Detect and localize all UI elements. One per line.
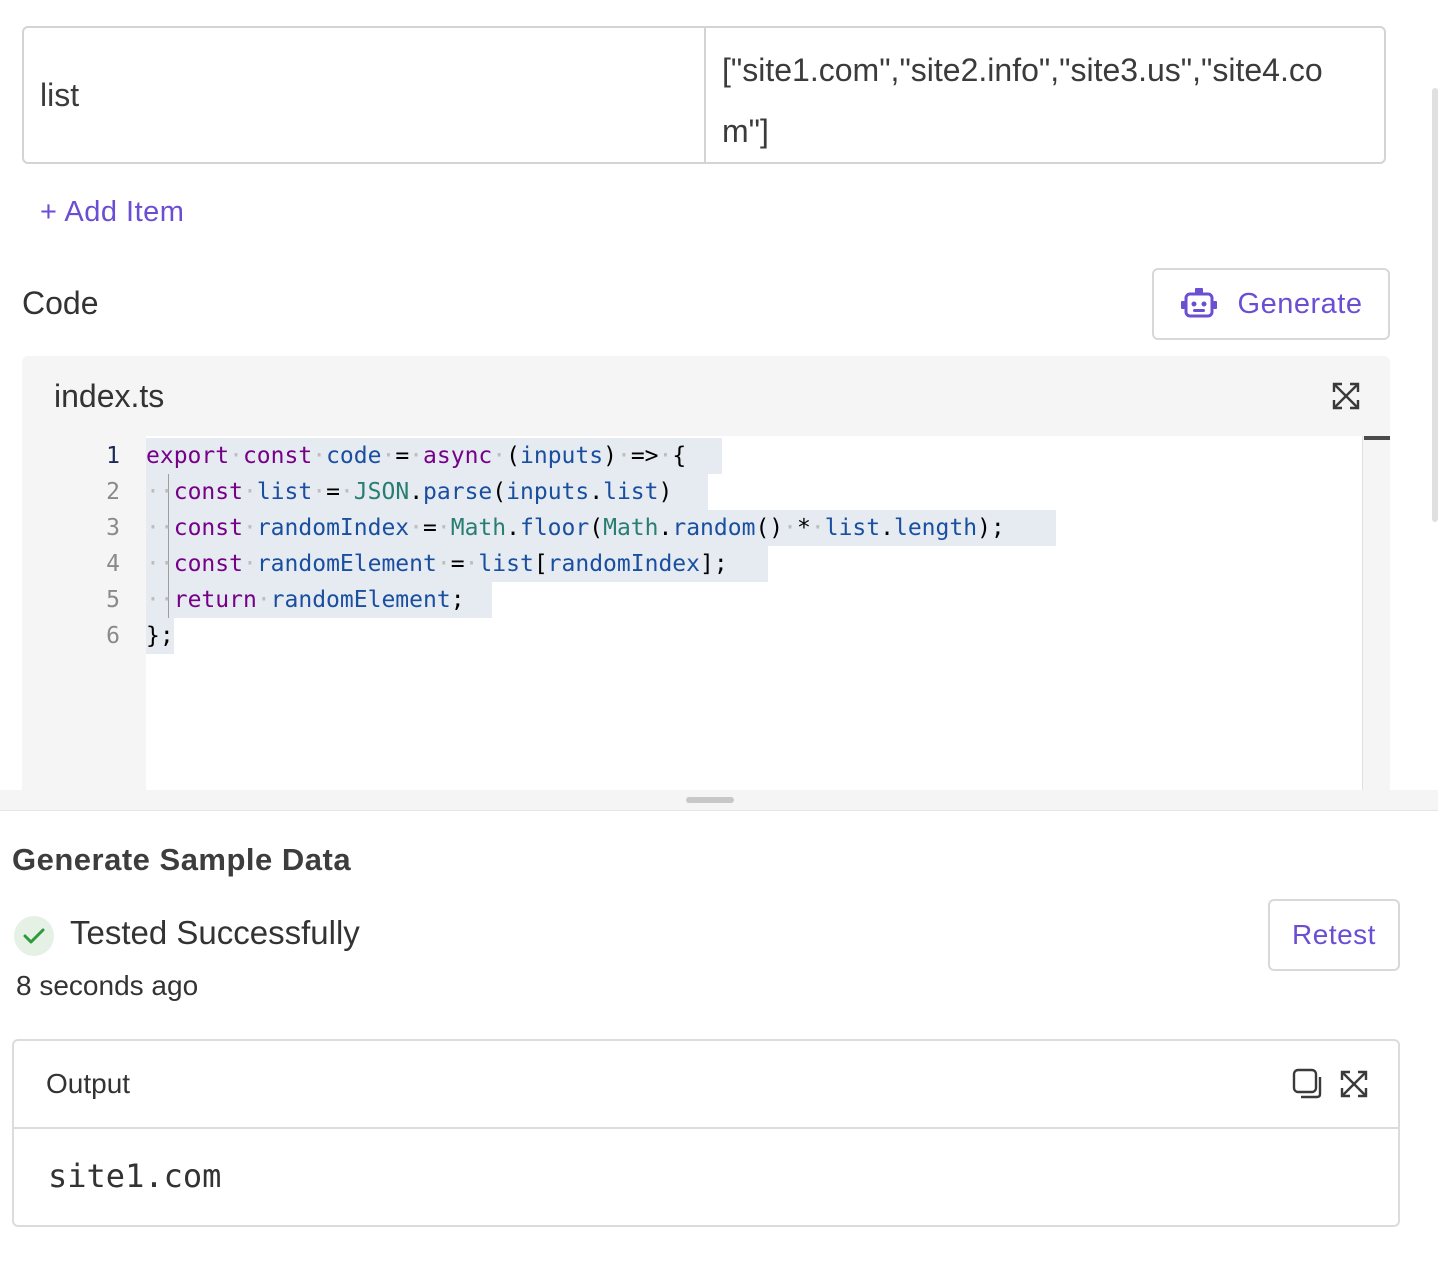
input-value-field[interactable]: ["site1.com","site2.info","site3.us","si… — [706, 28, 1384, 162]
editor-body[interactable]: 1 2 3 4 5 6 export·const·code·=·async·(i… — [22, 436, 1390, 790]
success-check-icon — [14, 916, 54, 956]
code-line: ··const·randomIndex·=·Math.floor(Math.ra… — [146, 515, 1005, 541]
code-line: ··const·list·=·JSON.parse(inputs.list) — [146, 479, 673, 505]
expand-output-icon[interactable] — [1340, 1070, 1368, 1098]
line-number: 3 — [106, 515, 120, 541]
output-value: site1.com — [48, 1157, 222, 1195]
input-key-text: list — [40, 76, 80, 113]
output-title: Output — [46, 1068, 131, 1099]
retest-button[interactable]: Retest — [1268, 899, 1400, 971]
test-status-text: Tested Successfully — [70, 914, 360, 951]
code-editor: index.ts 1 2 3 4 5 6 export·const·code·=… — [22, 356, 1390, 790]
add-item-button[interactable]: + Add Item — [40, 196, 184, 229]
generate-button-label: Generate — [1237, 287, 1363, 320]
input-value-text: ["site1.com","site2.info","site3.us","si… — [722, 52, 1323, 149]
resize-handle-icon[interactable] — [686, 797, 734, 803]
line-number: 4 — [106, 551, 120, 577]
code-line: export·const·code·=·async·(inputs)·=>·{ — [146, 443, 687, 469]
line-number: 6 — [106, 623, 120, 649]
code-line: ··return·randomElement; — [146, 587, 465, 613]
editor-tab-bar: index.ts — [22, 356, 1390, 436]
output-actions — [1292, 1068, 1368, 1100]
code-section-label: Code — [22, 285, 99, 321]
generate-code-button[interactable]: Generate — [1152, 268, 1390, 340]
output-header: Output — [14, 1041, 1398, 1129]
sample-data-title: Generate Sample Data — [12, 842, 352, 877]
page-scrollbar[interactable] — [1432, 88, 1438, 522]
line-number: 1 — [106, 443, 120, 469]
line-number: 2 — [106, 479, 120, 505]
expand-icon[interactable] — [1332, 382, 1360, 410]
output-panel: Output site1.com — [12, 1039, 1400, 1227]
test-timestamp: 8 seconds ago — [16, 970, 199, 1001]
line-number: 5 — [106, 587, 120, 613]
robot-icon — [1180, 287, 1218, 321]
editor-file-tab[interactable]: index.ts — [54, 378, 164, 415]
code-line: }; — [146, 623, 174, 649]
input-key-field[interactable]: list — [24, 28, 706, 162]
editor-scroll-indicator[interactable] — [1364, 436, 1390, 440]
code-line: ··const·randomElement·=·list[randomIndex… — [146, 551, 728, 577]
input-row-list: list ["site1.com","site2.info","site3.us… — [22, 26, 1386, 164]
copy-icon[interactable] — [1292, 1068, 1324, 1100]
